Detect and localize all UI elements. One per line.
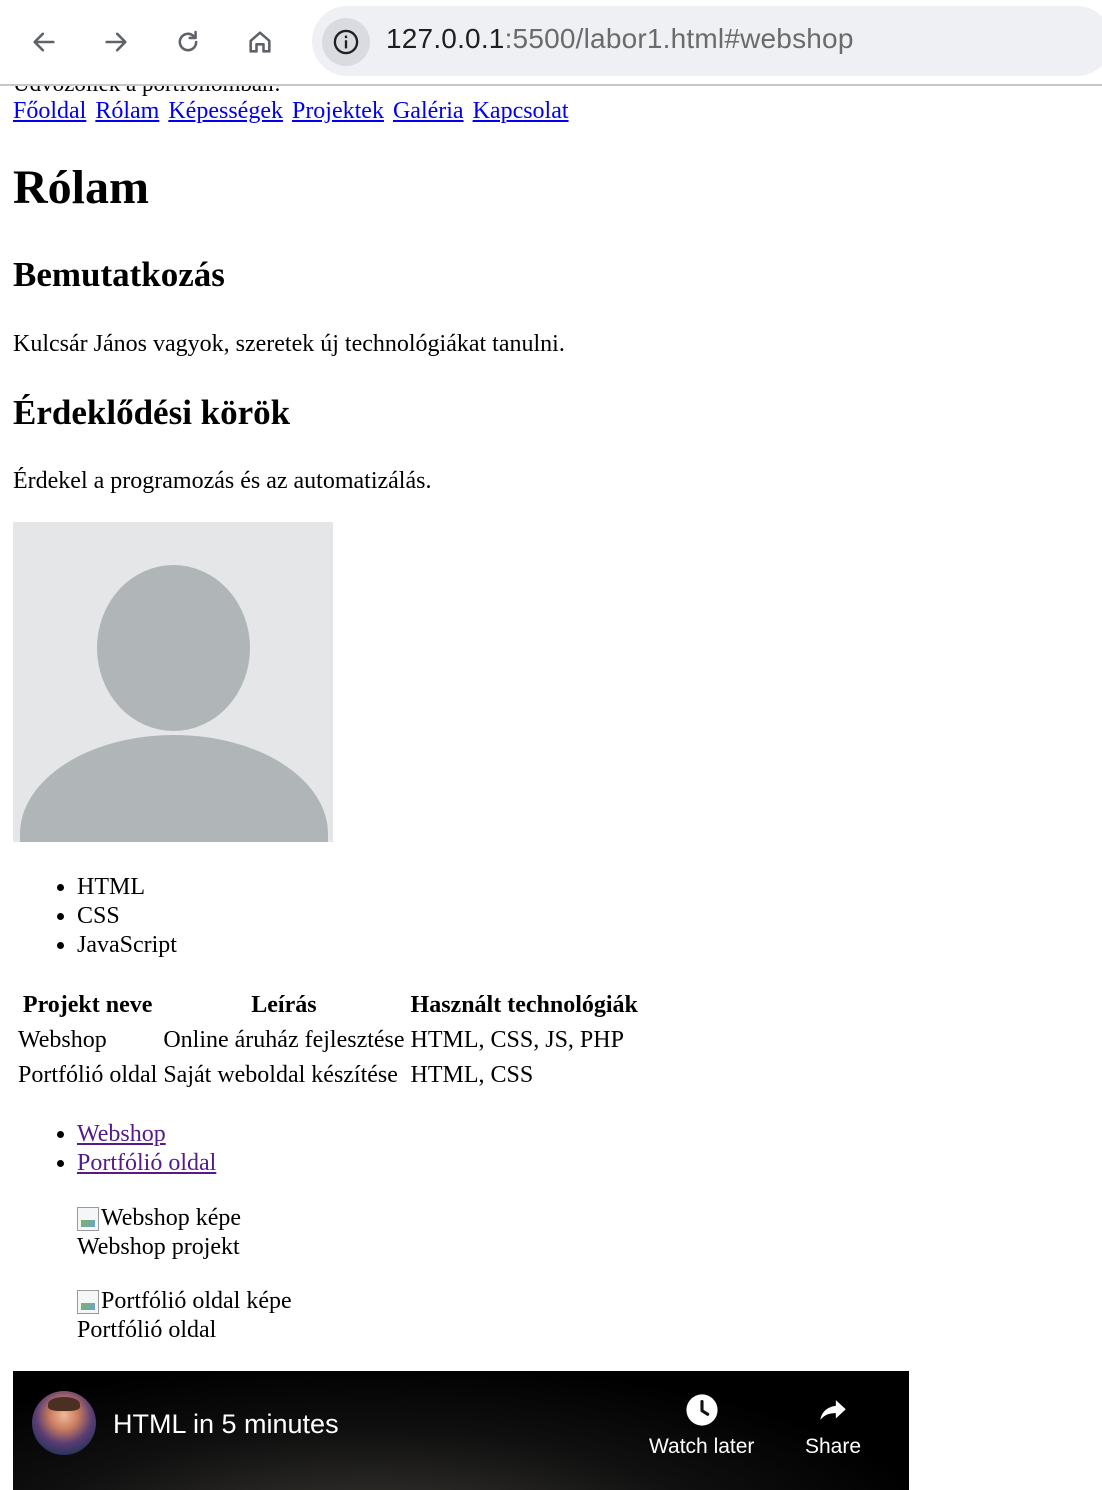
list-item: JavaScript (77, 931, 177, 960)
nav-link-about[interactable]: Rólam (95, 98, 159, 124)
site-navigation: Főoldal Rólam Képességek Projektek Galér… (13, 96, 572, 126)
back-arrow-icon (33, 32, 55, 52)
nav-link-home[interactable]: Főoldal (13, 98, 86, 124)
portfolio-image: Portfólió oldal képe (77, 1287, 292, 1316)
list-item: CSS (77, 902, 177, 931)
table-cell: HTML, CSS, JS, PHP (410, 1027, 624, 1053)
nav-link-gallery[interactable]: Galéria (393, 98, 464, 124)
project-links-list: Webshop Portfólió oldal (13, 1120, 216, 1178)
channel-avatar[interactable] (32, 1391, 96, 1455)
broken-image-icon (77, 1206, 99, 1231)
table-cell: Saját weboldal készítése (163, 1062, 398, 1088)
share-button[interactable]: Share (805, 1393, 861, 1459)
site-info-button[interactable] (322, 18, 370, 66)
url-path: :5500/labor1.html#webshop (504, 23, 854, 54)
avatar-hair-shape (48, 1397, 80, 1411)
table-row: Webshop Online áruház fejlesztése HTML, … (17, 1025, 639, 1056)
webshop-image: Webshop képe (77, 1204, 241, 1233)
home-icon (249, 31, 271, 53)
back-button[interactable] (24, 22, 64, 62)
url-host: 127.0.0.1 (386, 23, 505, 54)
interests-text: Érdekel a programozás és az automatizálá… (13, 468, 432, 494)
reload-icon (178, 30, 198, 52)
skills-list: HTML CSS JavaScript (13, 873, 177, 960)
nav-link-contact[interactable]: Kapcsolat (473, 98, 569, 124)
image-alt-text: Portfólió oldal képe (101, 1288, 292, 1314)
broken-image-icon (77, 1289, 99, 1314)
intro-text: Kulcsár János vagyok, szeretek új techno… (13, 331, 565, 357)
figure-caption: Webshop projekt (77, 1234, 240, 1260)
list-item: Webshop (77, 1120, 216, 1149)
nav-link-projects[interactable]: Projektek (292, 98, 384, 124)
reload-button[interactable] (168, 22, 208, 62)
webshop-figure: Webshop képe Webshop projekt (77, 1204, 241, 1262)
share-arrow-icon (820, 1400, 846, 1420)
table-cell: Webshop (18, 1027, 107, 1053)
profile-avatar-image (13, 522, 333, 842)
list-item: Portfólió oldal (77, 1149, 216, 1178)
browser-toolbar: 127.0.0.1:5500/labor1.html#webshop (0, 0, 1102, 86)
avatar-head-shape (97, 565, 250, 731)
url-text[interactable]: 127.0.0.1:5500/labor1.html#webshop (386, 23, 854, 55)
home-button[interactable] (240, 22, 280, 62)
table-cell: HTML, CSS (410, 1062, 534, 1088)
figure-caption: Portfólió oldal (77, 1317, 217, 1343)
column-header: Projekt neve (22, 992, 153, 1018)
portfolio-figure: Portfólió oldal képe Portfólió oldal (77, 1287, 292, 1345)
nav-link-skills[interactable]: Képességek (168, 98, 283, 124)
intro-heading: Bemutatkozás (13, 255, 225, 294)
interests-heading: Érdeklődési körök (13, 393, 291, 432)
share-label: Share (805, 1435, 862, 1458)
list-item: HTML (77, 873, 177, 902)
about-title: Rólam (13, 161, 149, 214)
forward-arrow-icon (105, 32, 127, 52)
info-icon (333, 29, 359, 55)
watch-later-label: Watch later (649, 1435, 755, 1458)
table-row: Portfólió oldal Saját weboldal készítése… (17, 1060, 639, 1091)
video-title[interactable]: HTML in 5 minutes (113, 1409, 339, 1440)
column-header: Leírás (251, 992, 317, 1018)
table-header-row: Projekt neve Leírás Használt technológiá… (17, 990, 639, 1021)
embedded-video-player[interactable]: HTML in 5 minutes Watch later Share (13, 1371, 909, 1490)
project-link-webshop[interactable]: Webshop (77, 1121, 166, 1147)
image-alt-text: Webshop képe (101, 1205, 242, 1231)
table-cell: Online áruház fejlesztése (163, 1027, 405, 1053)
address-bar[interactable]: 127.0.0.1:5500/labor1.html#webshop (312, 6, 1102, 76)
table-cell: Portfólió oldal (18, 1062, 158, 1088)
avatar-body-shape (20, 735, 328, 842)
forward-button[interactable] (96, 22, 136, 62)
projects-table: Projekt neve Leírás Használt technológiá… (13, 986, 643, 1095)
project-link-portfolio[interactable]: Portfólió oldal (77, 1150, 216, 1176)
clock-icon (686, 1394, 718, 1426)
watch-later-button[interactable]: Watch later (649, 1393, 754, 1459)
column-header: Használt technológiák (410, 992, 638, 1018)
